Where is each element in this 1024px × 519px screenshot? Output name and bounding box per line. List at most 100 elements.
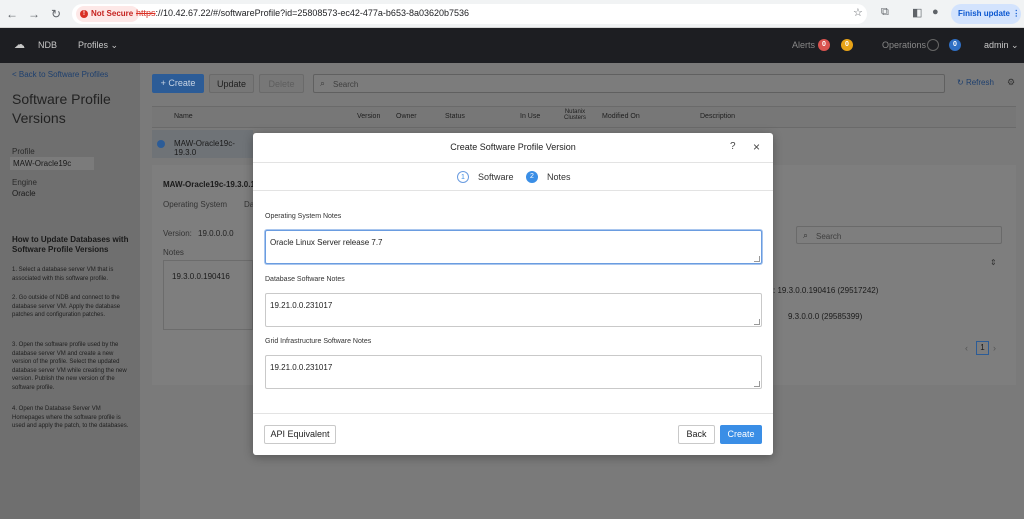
notes-label: Notes <box>163 248 184 257</box>
search-input[interactable]: ⌕ Search <box>313 74 945 93</box>
create-button[interactable]: + Create <box>152 74 204 93</box>
create-version-dialog: Create Software Profile Version ? × 1 So… <box>253 133 773 455</box>
prev-page-icon[interactable]: ‹ <box>965 343 968 353</box>
bookmark-star-icon[interactable]: ☆ <box>853 6 863 19</box>
settings-gear-icon[interactable]: ⚙ <box>1007 77 1015 88</box>
address-bar[interactable]: ! Not Secure https://10.42.67.22/#/softw… <box>72 4 867 24</box>
help-title-line2: Software Profile Versions <box>12 245 109 254</box>
user-menu[interactable]: admin ⌄ <box>984 40 1019 51</box>
grid-notes-value: 19.21.0.0.231017 <box>270 363 333 372</box>
engine-label: Engine <box>12 178 37 187</box>
column-version[interactable]: Version <box>357 113 380 120</box>
alerts-yellow-badge[interactable]: 0 <box>841 39 853 51</box>
column-name[interactable]: Name <box>174 113 193 120</box>
next-page-icon[interactable]: › <box>993 343 996 353</box>
step-2-label[interactable]: Notes <box>547 172 571 182</box>
page-title-line1: Software Profile <box>12 91 111 107</box>
sort-icon[interactable]: ⇕ <box>990 258 997 267</box>
create-submit-button[interactable]: Create <box>720 425 762 444</box>
column-owner[interactable]: Owner <box>396 113 417 120</box>
user-name: admin <box>984 40 1009 50</box>
profiles-menu-label: Profiles <box>78 40 109 50</box>
url-text[interactable]: https://10.42.67.22/#/softwareProfile?id… <box>136 8 469 18</box>
url-rest: ://10.42.67.22/#/softwareProfile?id=2580… <box>155 8 470 18</box>
db-notes-value: 19.21.0.0.231017 <box>270 301 333 310</box>
patch-1: : 19.3.0.0.190416 (29517242) <box>773 286 879 295</box>
grid-notes-field[interactable]: 19.21.0.0.231017 <box>265 355 762 389</box>
detail-title: MAW-Oracle19c-19.3.0.1 <box>163 180 255 189</box>
notes-value: 19.3.0.0.190416 <box>172 272 230 281</box>
profile-value: MAW-Oracle19c <box>10 157 94 170</box>
patch-2: 9.3.0.0.0 (29585399) <box>788 312 863 321</box>
table-row[interactable]: MAW-Oracle19c-19.3.0 <box>152 130 253 158</box>
profiles-menu[interactable]: Profiles ⌄ <box>78 40 118 51</box>
footer-divider <box>253 413 773 414</box>
warning-icon: ! <box>80 10 88 18</box>
brand-name[interactable]: NDB <box>38 40 57 50</box>
step-1-circle[interactable]: 1 <box>457 171 469 183</box>
steps-divider <box>253 190 773 191</box>
resize-handle-icon[interactable] <box>754 381 760 387</box>
patch-search-placeholder: Search <box>816 232 842 241</box>
sidebar: < Back to Software Profiles Software Pro… <box>0 63 140 519</box>
operations-label[interactable]: Operations <box>882 40 926 50</box>
browser-toolbar: ← → ↻ ! Not Secure https://10.42.67.22/#… <box>0 0 1024 28</box>
grid-notes-label: Grid Infrastructure Software Notes <box>265 338 372 345</box>
help-step-1: 1. Select a database server VM that is a… <box>12 267 114 282</box>
column-modified-on[interactable]: Modified On <box>602 113 640 120</box>
search-placeholder: Search <box>333 80 359 89</box>
table-header: Name Version Owner Status In Use Nutanix… <box>152 106 1016 128</box>
column-description[interactable]: Description <box>700 113 735 120</box>
row-name: MAW-Oracle19c-19.3.0 <box>174 139 235 157</box>
engine-value: Oracle <box>12 189 36 198</box>
back-to-profiles-link[interactable]: < Back to Software Profiles <box>12 70 108 79</box>
help-icon[interactable]: ? <box>730 141 736 152</box>
extensions-icon[interactable]: ⧉ <box>881 6 889 19</box>
update-button[interactable]: Update <box>209 74 254 93</box>
back-arrow-icon[interactable]: ← <box>4 6 20 22</box>
version-label: Version: <box>163 229 192 238</box>
version-value: 19.0.0.0.0 <box>198 229 234 238</box>
db-notes-field[interactable]: 19.21.0.0.231017 <box>265 293 762 327</box>
search-icon: ⌕ <box>320 78 326 88</box>
forward-arrow-icon[interactable]: → <box>26 6 42 22</box>
operations-count-badge[interactable]: 0 <box>949 39 961 51</box>
alerts-red-badge[interactable]: 0 <box>818 39 830 51</box>
operations-spinner-icon <box>927 39 939 51</box>
profile-icon[interactable]: ● <box>932 6 939 18</box>
app-header: ☁ NDB Profiles ⌄ Alerts 0 0 Operations 0… <box>0 28 1024 63</box>
help-step-3: 3. Open the software profile used by the… <box>12 342 127 391</box>
back-button[interactable]: Back <box>678 425 715 444</box>
page-number[interactable]: 1 <box>976 341 989 355</box>
resize-handle-icon[interactable] <box>754 319 760 325</box>
api-equivalent-button[interactable]: API Equivalent <box>264 425 336 444</box>
tab-operating-system[interactable]: Operating System <box>163 200 227 209</box>
row-radio-selected[interactable] <box>157 140 165 148</box>
ndb-logo-icon[interactable]: ☁ <box>14 38 25 51</box>
finish-update-label: Finish update <box>958 9 1010 18</box>
patch-search-input[interactable]: ⌕ Search <box>796 226 1002 244</box>
security-indicator[interactable]: ! Not Secure <box>76 6 140 22</box>
detail-panel: MAW-Oracle19c-19.3.0.1 Operating System … <box>152 165 255 385</box>
resize-handle-icon[interactable] <box>754 256 760 262</box>
os-notes-label: Operating System Notes <box>265 213 342 220</box>
sidepanel-icon[interactable]: ◧ <box>912 6 922 19</box>
reload-icon[interactable]: ↻ <box>48 6 64 22</box>
column-nutanix-clusters[interactable]: Nutanix Clusters <box>560 109 590 121</box>
refresh-button[interactable]: ↻ Refresh <box>957 78 994 87</box>
column-status[interactable]: Status <box>445 113 465 120</box>
help-title-line1: How to Update Databases with <box>12 235 129 244</box>
finish-update-button[interactable]: Finish update ⋮ <box>951 4 1021 24</box>
alerts-label[interactable]: Alerts <box>792 40 815 50</box>
search-icon: ⌕ <box>803 230 809 240</box>
help-step-4: 4. Open the Database Server VM Homepages… <box>12 406 129 429</box>
page-title-line2: Versions <box>12 110 66 126</box>
delete-button[interactable]: Delete <box>259 74 304 93</box>
column-in-use[interactable]: In Use <box>520 113 540 120</box>
step-1-label[interactable]: Software <box>478 172 514 182</box>
os-notes-field[interactable]: Oracle Linux Server release 7.7 <box>265 230 762 264</box>
header-divider <box>253 162 773 163</box>
close-icon[interactable]: × <box>753 140 760 154</box>
db-notes-label: Database Software Notes <box>265 276 345 283</box>
step-2-circle[interactable]: 2 <box>526 171 538 183</box>
